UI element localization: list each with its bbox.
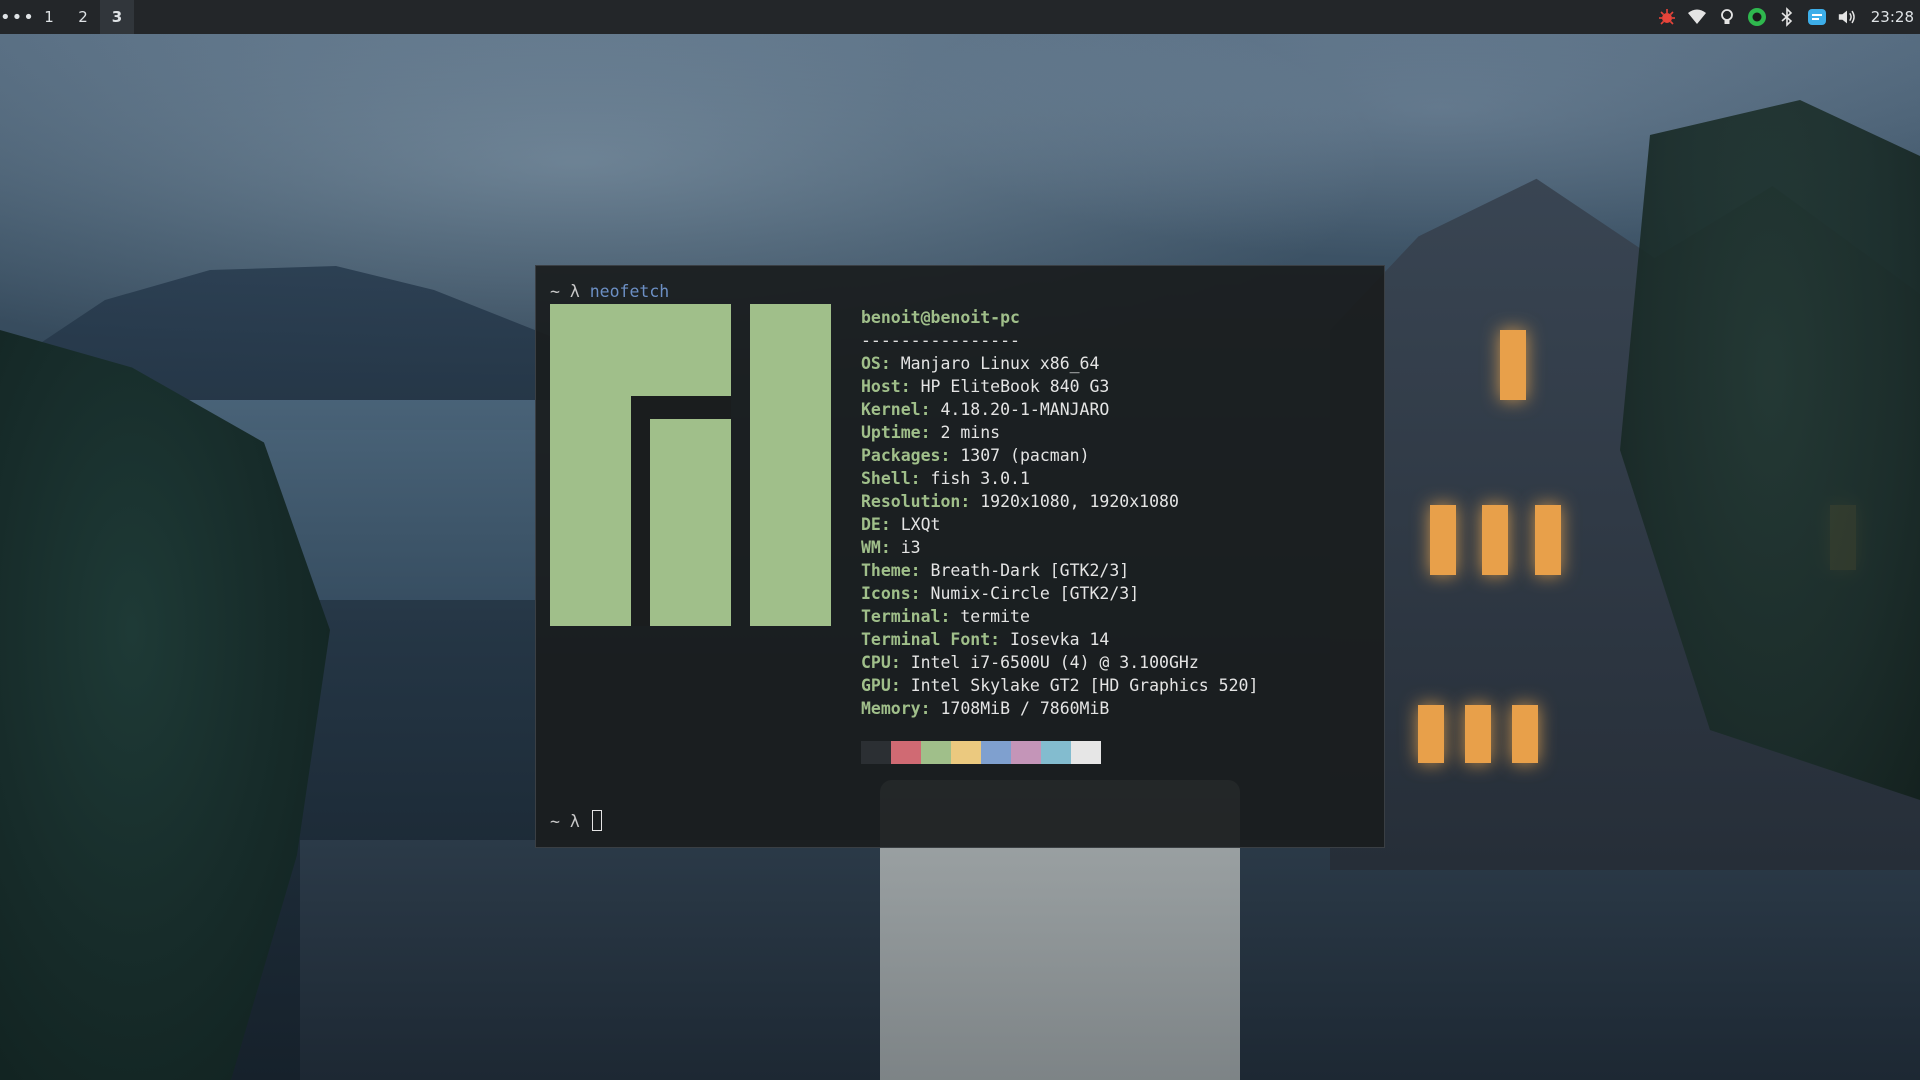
info-value: termite bbox=[960, 607, 1030, 626]
color-swatch-4 bbox=[981, 741, 1011, 764]
info-value: 1708MiB / 7860MiB bbox=[940, 699, 1110, 718]
active-prompt-line[interactable]: ~ λ bbox=[550, 810, 602, 831]
info-row: Shell: fish 3.0.1 bbox=[861, 469, 1030, 488]
info-value: fish 3.0.1 bbox=[930, 469, 1030, 488]
info-row: Icons: Numix-Circle [GTK2/3] bbox=[861, 584, 1140, 603]
chat-icon[interactable] bbox=[1807, 7, 1827, 27]
prompt: ~ λ bbox=[550, 812, 580, 831]
info-key: Memory bbox=[861, 699, 921, 718]
info-value: Manjaro Linux x86_64 bbox=[900, 354, 1100, 373]
info-key: Uptime bbox=[861, 423, 921, 442]
bluetooth-icon[interactable] bbox=[1777, 7, 1797, 27]
user-host: benoit@benoit-pc bbox=[861, 308, 1020, 327]
info-value: 1920x1080, 1920x1080 bbox=[980, 492, 1179, 511]
info-key: Terminal Font bbox=[861, 630, 991, 649]
bug-icon[interactable] bbox=[1657, 7, 1677, 27]
info-value: Iosevka 14 bbox=[1010, 630, 1110, 649]
system-info: benoit@benoit-pc ---------------- OS: Ma… bbox=[861, 306, 1258, 720]
info-row: Memory: 1708MiB / 7860MiB bbox=[861, 699, 1110, 718]
info-value: Intel Skylake GT2 [HD Graphics 520] bbox=[910, 676, 1259, 695]
info-value: 4.18.20-1-MANJARO bbox=[940, 400, 1110, 419]
info-key: WM bbox=[861, 538, 881, 557]
info-row: DE: LXQt bbox=[861, 515, 941, 534]
info-key: Host bbox=[861, 377, 901, 396]
command-line: ~ λ neofetch bbox=[550, 282, 669, 301]
info-row: Packages: 1307 (pacman) bbox=[861, 446, 1090, 465]
color-swatch-1 bbox=[891, 741, 921, 764]
info-row: Theme: Breath-Dark [GTK2/3] bbox=[861, 561, 1130, 580]
info-key: Kernel bbox=[861, 400, 921, 419]
info-value: Breath-Dark [GTK2/3] bbox=[930, 561, 1130, 580]
text-cursor bbox=[591, 810, 602, 831]
clock[interactable]: 23:28 bbox=[1871, 8, 1914, 26]
info-value: Intel i7-6500U (4) @ 3.100GHz bbox=[910, 653, 1199, 672]
circle-status-icon[interactable] bbox=[1747, 7, 1767, 27]
color-swatch-6 bbox=[1041, 741, 1071, 764]
info-row: Terminal: termite bbox=[861, 607, 1030, 626]
info-value: i3 bbox=[900, 538, 921, 557]
color-swatch-3 bbox=[951, 741, 981, 764]
color-swatch-5 bbox=[1011, 741, 1041, 764]
info-value: HP EliteBook 840 G3 bbox=[920, 377, 1110, 396]
info-key: DE bbox=[861, 515, 881, 534]
color-palette bbox=[861, 741, 1101, 764]
info-key: Resolution bbox=[861, 492, 961, 511]
info-row: Terminal Font: Iosevka 14 bbox=[861, 630, 1110, 649]
info-row: Kernel: 4.18.20-1-MANJARO bbox=[861, 400, 1110, 419]
prompt: ~ λ bbox=[550, 282, 580, 301]
volume-icon[interactable] bbox=[1837, 7, 1857, 27]
info-key: Packages bbox=[861, 446, 941, 465]
separator-line: ---------------- bbox=[861, 331, 1020, 350]
info-row: OS: Manjaro Linux x86_64 bbox=[861, 354, 1100, 373]
info-value: 1307 (pacman) bbox=[960, 446, 1090, 465]
command-text: neofetch bbox=[589, 282, 670, 301]
info-row: Host: HP EliteBook 840 G3 bbox=[861, 377, 1110, 396]
system-tray: 23:28 bbox=[1657, 0, 1920, 34]
workspace-switcher: ••• 1 2 3 bbox=[0, 0, 134, 34]
info-row: Uptime: 2 mins bbox=[861, 423, 1001, 442]
info-value: LXQt bbox=[900, 515, 941, 534]
workspace-3[interactable]: 3 bbox=[100, 0, 134, 34]
info-row: WM: i3 bbox=[861, 538, 921, 557]
info-row: GPU: Intel Skylake GT2 [HD Graphics 520] bbox=[861, 676, 1259, 695]
color-swatch-7 bbox=[1071, 741, 1101, 764]
manjaro-logo bbox=[550, 304, 831, 626]
color-swatch-2 bbox=[921, 741, 951, 764]
workspace-2[interactable]: 2 bbox=[66, 0, 100, 34]
info-key: CPU bbox=[861, 653, 891, 672]
workspace-1[interactable]: 1 bbox=[32, 0, 66, 34]
info-row: Resolution: 1920x1080, 1920x1080 bbox=[861, 492, 1179, 511]
info-key: Shell bbox=[861, 469, 911, 488]
info-key: OS bbox=[861, 354, 881, 373]
terminal-window[interactable]: ~ λ neofetch benoit@benoit-pc ----------… bbox=[535, 265, 1385, 848]
top-panel: ••• 1 2 3 23:28 bbox=[0, 0, 1920, 34]
info-key: Theme bbox=[861, 561, 911, 580]
info-key: Terminal bbox=[861, 607, 941, 626]
lightbulb-icon[interactable] bbox=[1717, 7, 1737, 27]
info-key: GPU bbox=[861, 676, 891, 695]
info-value: 2 mins bbox=[940, 423, 1001, 442]
info-value: Numix-Circle [GTK2/3] bbox=[930, 584, 1140, 603]
info-row: CPU: Intel i7-6500U (4) @ 3.100GHz bbox=[861, 653, 1199, 672]
ellipsis-icon[interactable]: ••• bbox=[0, 7, 34, 28]
wifi-icon[interactable] bbox=[1687, 7, 1707, 27]
color-swatch-0 bbox=[861, 741, 891, 764]
info-key: Icons bbox=[861, 584, 911, 603]
